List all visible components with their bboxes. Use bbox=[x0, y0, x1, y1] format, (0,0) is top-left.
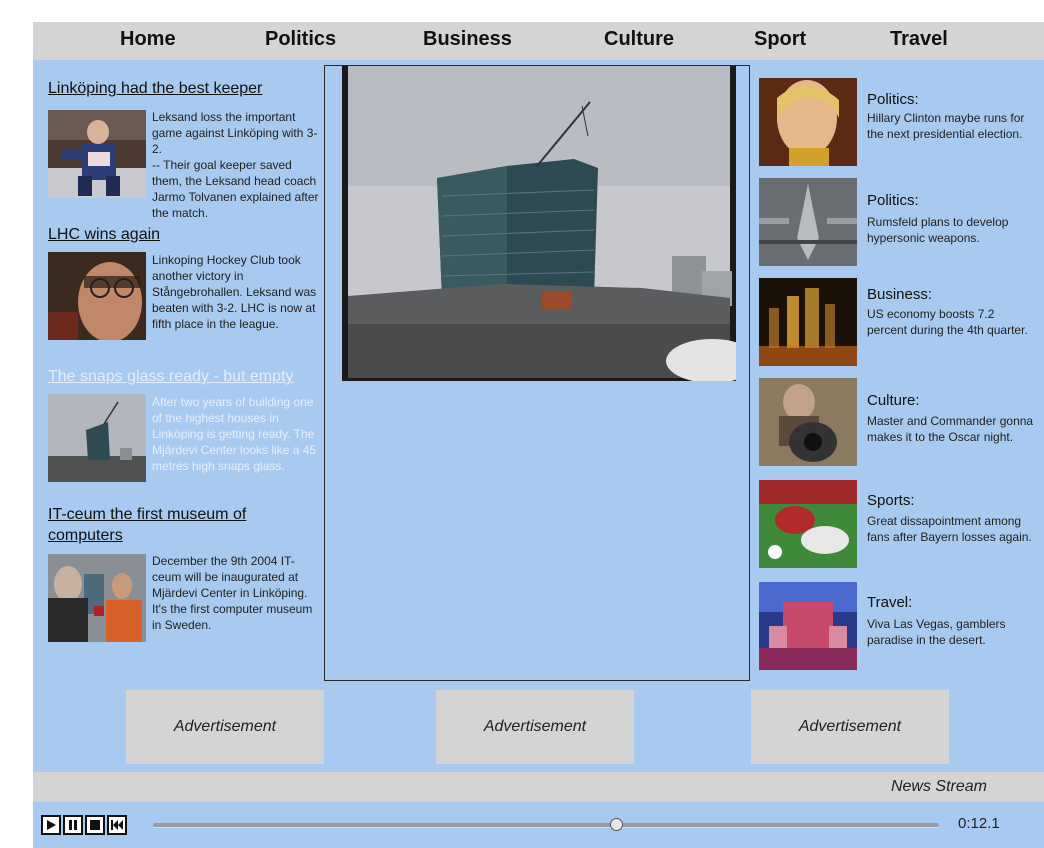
right-story-category[interactable]: Politics: bbox=[867, 192, 919, 209]
right-story-text: Master and Commander gonna makes it to t… bbox=[867, 414, 1034, 444]
right-story-category[interactable]: Travel: bbox=[867, 594, 912, 611]
news-stream-bar: News Stream bbox=[33, 772, 1044, 802]
story-body-best-keeper: Leksand loss the important game against … bbox=[152, 110, 319, 220]
play-button[interactable] bbox=[41, 815, 61, 835]
hockey-player-thumbnail[interactable] bbox=[48, 110, 146, 198]
building-thumbnail[interactable] bbox=[48, 394, 146, 482]
nav-travel[interactable]: Travel bbox=[890, 28, 948, 51]
right-story-category[interactable]: Politics: bbox=[867, 91, 919, 108]
right-story-text: Viva Las Vegas, gamblers paradise in the… bbox=[867, 617, 1006, 647]
news-stream-label: News Stream bbox=[890, 778, 987, 795]
right-story-category[interactable]: Culture: bbox=[867, 392, 920, 409]
nav-home[interactable]: Home bbox=[120, 28, 176, 51]
story-body-snaps-glass: After two years of building one of the h… bbox=[152, 395, 317, 473]
advertisement-center[interactable]: Advertisement bbox=[436, 690, 634, 764]
cannon-thumbnail[interactable] bbox=[759, 378, 857, 466]
stop-icon bbox=[90, 820, 100, 830]
playback-scrubber-knob[interactable] bbox=[610, 818, 624, 831]
nav-politics[interactable]: Politics bbox=[265, 28, 336, 51]
play-icon bbox=[47, 820, 56, 830]
right-story-text: US economy boosts 7.2 percent during the… bbox=[867, 307, 1028, 337]
nav-business[interactable]: Business bbox=[423, 28, 512, 51]
coach-face-thumbnail[interactable] bbox=[48, 252, 146, 340]
right-story-category[interactable]: Business: bbox=[867, 286, 932, 303]
top-navigation-bar: Home Politics Business Culture Sport Tra… bbox=[33, 22, 1044, 60]
city-skyline-thumbnail[interactable] bbox=[759, 278, 857, 366]
news-app-window: Home Politics Business Culture Sport Tra… bbox=[33, 22, 1044, 848]
right-story-text: Hillary Clinton maybe runs for the next … bbox=[867, 111, 1025, 141]
nav-sport[interactable]: Sport bbox=[754, 28, 806, 51]
story-title-best-keeper[interactable]: Linköping had the best keeper bbox=[48, 78, 262, 99]
main-video-panel bbox=[324, 65, 758, 681]
right-story-text: Rumsfeld plans to develop hypersonic wea… bbox=[867, 215, 1009, 245]
playback-progress-track[interactable] bbox=[153, 823, 939, 827]
pause-button[interactable] bbox=[63, 815, 83, 835]
playback-time: 0:12.1 bbox=[958, 815, 1000, 832]
hillary-clinton-thumbnail[interactable] bbox=[759, 78, 857, 166]
mjardevi-building-video-image bbox=[342, 66, 758, 383]
right-story-category[interactable]: Sports: bbox=[867, 492, 915, 509]
story-title-snaps-glass[interactable]: The snaps glass ready - but empty bbox=[48, 366, 293, 387]
advertisement-left[interactable]: Advertisement bbox=[126, 690, 324, 764]
story-body-it-ceum: December the 9th 2004 IT-ceum will be in… bbox=[152, 554, 313, 632]
advertisement-right[interactable]: Advertisement bbox=[751, 690, 949, 764]
stop-button[interactable] bbox=[85, 815, 105, 835]
football-match-thumbnail[interactable] bbox=[759, 480, 857, 568]
video-frame[interactable] bbox=[342, 66, 758, 383]
story-title-it-ceum[interactable]: IT-ceum the first museum of computers bbox=[48, 504, 298, 546]
rewind-button[interactable] bbox=[107, 815, 127, 835]
las-vegas-hotel-thumbnail[interactable] bbox=[759, 582, 857, 670]
nav-culture[interactable]: Culture bbox=[604, 28, 674, 51]
story-body-lhc-wins: Linkoping Hockey Club took another victo… bbox=[152, 253, 317, 331]
hypersonic-missile-thumbnail[interactable] bbox=[759, 178, 857, 266]
story-title-lhc-wins[interactable]: LHC wins again bbox=[48, 224, 160, 245]
right-story-text: Great dissapointment among fans after Ba… bbox=[867, 514, 1032, 544]
interview-thumbnail[interactable] bbox=[48, 554, 146, 642]
rewind-icon bbox=[111, 820, 123, 830]
pause-icon bbox=[69, 820, 77, 830]
